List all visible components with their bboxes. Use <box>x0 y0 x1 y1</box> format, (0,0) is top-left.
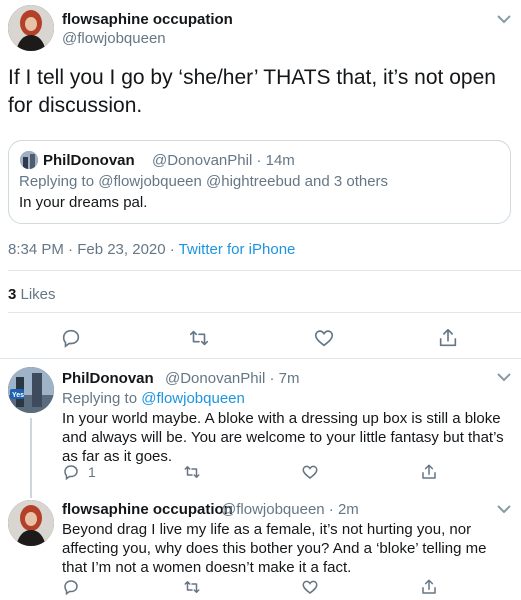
heart-icon[interactable] <box>313 327 335 349</box>
retweet-icon[interactable] <box>183 463 201 481</box>
reply-icon[interactable] <box>62 578 80 596</box>
quoted-text: In your dreams pal. <box>19 194 148 211</box>
reply-icon[interactable] <box>62 463 80 481</box>
avatar[interactable]: Yes <box>8 367 54 413</box>
share-icon[interactable] <box>437 327 459 349</box>
reply-text: Beyond drag I live my life as a female, … <box>62 521 487 576</box>
tweet-timestamp: 8:34 PM · Feb 23, 2020 · Twitter for iPh… <box>8 241 295 258</box>
display-name[interactable]: flowsaphine occupation <box>62 11 233 28</box>
handle[interactable]: @flowjobqueen <box>62 30 166 47</box>
display-name[interactable]: flowsaphine occupation <box>62 501 233 518</box>
replying-handles: @flowjobqueen @hightreebud <box>98 173 301 190</box>
quoted-replying-to: Replying to @flowjobqueen @hightreebud a… <box>19 173 388 190</box>
share-icon[interactable] <box>420 463 438 481</box>
chevron-down-icon[interactable] <box>495 370 513 384</box>
replying-to: Replying to @flowjobqueen <box>62 390 245 407</box>
reply-count: 1 <box>88 464 96 480</box>
divider <box>8 270 521 271</box>
handle-time: @DonovanPhil · 7m <box>165 370 300 387</box>
likes-stat[interactable]: 3 Likes <box>8 286 56 303</box>
chevron-down-icon[interactable] <box>495 502 513 516</box>
source-link[interactable]: Twitter for iPhone <box>179 241 296 258</box>
heart-icon[interactable] <box>301 578 319 596</box>
reply-icon[interactable] <box>60 327 82 349</box>
display-name[interactable]: PhilDonovan <box>62 370 154 387</box>
thread-line <box>30 418 32 498</box>
avatar[interactable] <box>8 500 54 546</box>
avatar[interactable] <box>8 5 54 51</box>
quoted-handle-time: @DonovanPhil · 14m <box>152 152 295 169</box>
replying-suffix: and 3 others <box>300 173 389 190</box>
retweet-icon[interactable] <box>183 578 201 596</box>
replying-prefix: Replying to <box>62 390 142 407</box>
avatar <box>20 151 38 169</box>
avatar-badge-text: Yes <box>12 392 24 399</box>
tweet-text: If I tell you I go by ‘she/her’ THATS th… <box>8 66 496 117</box>
divider <box>8 312 521 313</box>
likes-label: Likes <box>16 286 56 303</box>
timestamp-text: 8:34 PM · Feb 23, 2020 · <box>8 241 179 258</box>
reply-text: In your world maybe. A bloke with a dres… <box>62 410 504 465</box>
quoted-display-name: PhilDonovan <box>43 152 135 169</box>
chevron-down-icon[interactable] <box>495 12 513 26</box>
handle-time: @flowjobqueen · 2m <box>221 501 359 518</box>
retweet-icon[interactable] <box>188 327 210 349</box>
replying-prefix: Replying to <box>19 173 99 190</box>
replying-handle[interactable]: @flowjobqueen <box>141 390 245 407</box>
share-icon[interactable] <box>420 578 438 596</box>
heart-icon[interactable] <box>301 463 319 481</box>
divider <box>0 358 521 359</box>
